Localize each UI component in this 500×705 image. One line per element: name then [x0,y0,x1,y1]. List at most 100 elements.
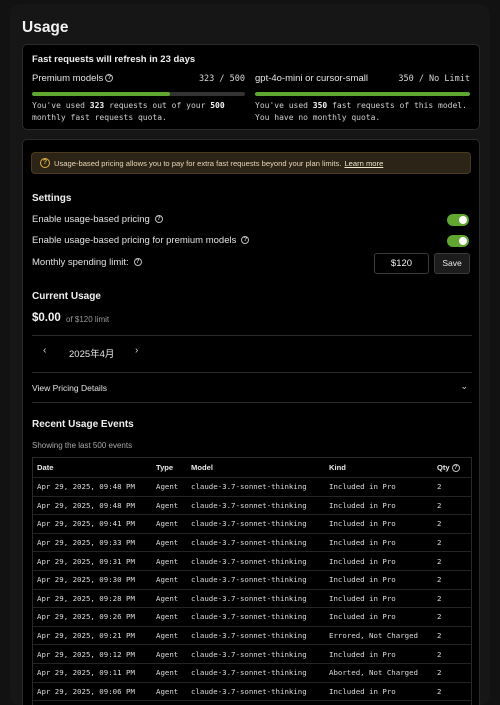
table-row: Apr 29, 2025, 09:21 PM Agent claude-3.7-so… [33,627,471,646]
cell-kind: Errored, Not Charged [329,631,418,641]
column-header-kind[interactable]: Kind [329,458,346,477]
cell-model: claude-3.7-sonnet-thinking [191,500,307,510]
spending-limit-setting: Monthly spending limit:? [32,257,142,268]
cell-model: claude-3.7-sonnet-thinking [191,593,307,603]
cell-qty: 2 [437,593,442,603]
premium-quota-name: Premium models? [32,73,114,84]
cell-kind: Aborted, Not Charged [329,668,418,678]
premium-progress-fill [32,92,170,96]
cell-kind: Included in Pro [329,593,396,603]
usage-settings-panel: ? Usage-based pricing allows you to pay … [22,139,480,705]
table-body: Apr 29, 2025, 09:48 PM Agent claude-3.7-so… [33,478,471,705]
spending-limit-input[interactable] [374,253,429,274]
chevron-right-icon[interactable]: › [135,345,138,356]
cell-model: claude-3.7-sonnet-thinking [191,612,307,622]
cell-type: Agent [156,701,178,705]
table-row: Apr 29, 2025, 09:06 PM Agent claude-3.7-so… [33,683,471,702]
table-row: Apr 29, 2025, 09:48 PM Agent claude-3.7-so… [33,478,471,497]
cell-qty: 2 [437,701,441,705]
usage-pricing-banner: ? Usage-based pricing allows you to pay … [31,152,471,174]
cell-kind: Included in Pro [329,482,396,492]
current-usage-title: Current Usage [32,291,101,302]
cell-date: Apr 29, 2025, 09:21 PM [37,631,135,641]
info-icon[interactable]: ? [133,258,142,266]
cell-qty: 2 [437,612,442,622]
banner-text: Usage-based pricing allows you to pay fo… [54,159,384,168]
premium-quota: Premium models? 323 / 500 You've used 32… [32,73,245,124]
cell-qty: 2 [437,519,442,529]
cell-kind: Included in Pro [329,519,396,529]
small-model-progress-bar [255,92,470,96]
small-model-quota-count: 350 / No Limit [398,74,470,84]
cell-type: Agent [156,538,179,548]
cell-model: claude-3.7-sonnet-thinking [191,575,307,585]
cell-type: Agent [156,649,179,659]
premium-progress-bar [32,92,245,96]
column-header-model[interactable]: Model [191,458,213,477]
cell-model: claude-3.7-sonnet-thinking [191,538,307,548]
cell-qty: 2 [437,500,442,510]
cell-model: claude-3.7-sonnet-thinking [191,686,307,696]
cell-date: Apr 29, 2025, 09:31 PM [37,556,135,566]
premium-pricing-setting: Enable usage-based pricing for premium m… [32,235,250,246]
info-icon[interactable]: ? [154,215,163,223]
chevron-down-icon[interactable]: ⌄ [460,381,468,392]
cell-qty: 2 [437,482,442,492]
cell-date: Apr 29, 2025, 09:48 PM [37,482,135,492]
cell-qty: 2 [437,649,442,659]
recent-events-subtitle: Showing the last 500 events [32,441,133,450]
settings-title: Settings [32,193,72,204]
view-pricing-details[interactable]: View Pricing Details [32,383,107,393]
cell-type: Agent [156,612,179,622]
small-model-quota: gpt-4o-mini or cursor-small 350 / No Lim… [255,73,470,124]
column-header-date[interactable]: Date [37,458,53,477]
small-model-progress-fill [255,92,470,96]
chevron-left-icon[interactable]: ‹ [43,345,46,356]
cell-kind: Included in Pro [329,500,396,510]
cell-type: Agent [156,668,179,678]
table-row: Apr 29, 2025, 09:48 PM Agent claude-3.7-so… [33,497,471,516]
cell-date: Apr 29, 2025, 09:48 PM [37,500,135,510]
table-row: Apr 29, 2025, 09:12 PM Agent claude-3.7-so… [33,645,471,664]
quota-panel: Fast requests will refresh in 23 days Pr… [22,44,480,130]
cell-qty: 2 [437,668,442,678]
cell-date: Apr 29, 2025, 09:26 PM [37,612,135,622]
usage-pricing-toggle[interactable] [447,214,469,226]
cell-kind: Included in Pro [329,575,396,585]
table-row: Apr 29, 2025, 09:30 PM Agent claude-3.7-so… [33,571,471,590]
cell-qty: 2 [437,556,442,566]
usage-page: Usage Fast requests will refresh in 23 d… [10,4,490,705]
refresh-notice: Fast requests will refresh in 23 days [32,54,196,65]
premium-pricing-toggle[interactable] [447,235,469,247]
page-title: Usage [22,19,69,36]
cell-kind: Included in Pro [329,701,396,705]
divider [32,372,472,373]
cell-date: Apr 29, 2025, 09:12 PM [37,649,135,659]
cell-kind: Included in Pro [329,686,396,696]
column-header-type[interactable]: Type [156,458,173,477]
table-row: Apr 29, 2025, 09:33 PM Agent claude-3.7-so… [33,534,471,553]
column-header-qty[interactable]: Qty? [437,458,460,477]
info-icon[interactable]: ? [451,463,460,472]
small-model-quota-description: You've used 350 fast requests of this mo… [255,101,467,122]
recent-events-title: Recent Usage Events [32,419,134,430]
divider [32,402,472,403]
cell-qty: 2 [437,631,442,641]
cell-model: claude-3.7-sonnet-thinking [191,556,307,566]
table-header-row: Date Type Model Kind Qty? [33,458,471,478]
cell-model: claude-3.7-sonnet-thinking [191,668,307,678]
cell-type: Agent [156,593,179,603]
cell-qty: 2 [437,686,442,696]
save-button[interactable]: Save [434,253,470,274]
month-label: 2025年4月 [69,349,115,360]
cell-date: Apr 29, 2025, 09:41 PM [37,519,135,529]
cell-kind: Included in Pro [329,649,396,659]
cell-type: Agent [156,575,179,585]
current-usage-limit: of $120 limit [66,315,110,324]
info-icon[interactable]: ? [241,236,250,244]
learn-more-link[interactable]: Learn more [344,159,383,168]
cell-kind: Included in Pro [329,556,396,566]
usage-events-table: Date Type Model Kind Qty? Apr 29, 2025, … [32,457,472,705]
info-icon[interactable]: ? [105,74,114,82]
cell-qty: 2 [437,575,442,585]
